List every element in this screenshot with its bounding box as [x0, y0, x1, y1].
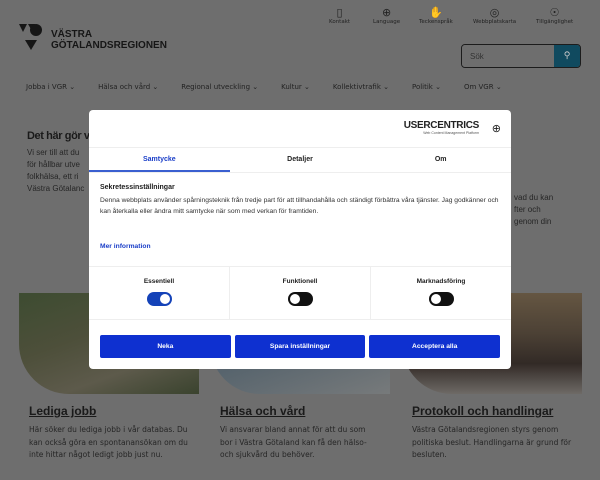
funktionell-switch[interactable]	[287, 292, 313, 306]
main-nav: Jobba i VGR ⌄ Hälsa och vård ⌄ Regional …	[26, 83, 525, 91]
card-title[interactable]: Hälsa och vård	[220, 404, 390, 418]
intro-line: folkhälsa, ett ri	[27, 172, 79, 181]
toggle-label: Funktionell	[282, 278, 318, 285]
util-label: Teckenspråk	[419, 19, 453, 25]
sign-language-icon: ✋	[429, 5, 443, 19]
logo-line1: VÄSTRA	[51, 29, 93, 40]
util-teckensprak[interactable]: ✋ Teckenspråk	[419, 5, 453, 26]
accept-all-button[interactable]: Acceptera alla	[369, 335, 501, 358]
toggle-label: Essentiell	[143, 278, 175, 285]
search-icon: ⚲	[563, 51, 571, 61]
brand-sub: Web Content Management Platform	[423, 131, 479, 135]
intro-section: Det här gör v Vi ser till att du för hål…	[27, 130, 90, 195]
util-kontakt[interactable]: ▯ Kontakt	[329, 5, 351, 26]
consent-title: Sekretessinställningar	[100, 184, 175, 191]
nav-item[interactable]: Politik ⌄	[412, 83, 441, 91]
language-globe-icon[interactable]: ⊕	[492, 122, 501, 135]
card-desc: Västra Götalandsregionen styrs genom pol…	[412, 425, 572, 459]
search-box: ⚲	[461, 44, 581, 68]
usercentrics-logo: USERCENTRICS Web Content Management Plat…	[403, 120, 480, 135]
intro-line: Västra Götalanc	[27, 184, 85, 193]
marknadsforing-switch[interactable]	[428, 292, 454, 306]
compass-icon: ◎	[489, 5, 500, 19]
search-button[interactable]: ⚲	[554, 45, 580, 67]
card-desc: Vi ansvarar bland annat för att du som b…	[220, 425, 367, 459]
globe-icon: ⊕	[381, 5, 392, 19]
nav-item[interactable]: Jobba i VGR ⌄	[26, 83, 75, 91]
intro-right-line: genom din	[514, 217, 552, 226]
essentiell-switch[interactable]	[146, 292, 172, 306]
tab-samtycke[interactable]: Samtycke	[89, 148, 230, 172]
consent-dialog: USERCENTRICS Web Content Management Plat…	[89, 110, 511, 369]
intro-right-line: vad du kan	[514, 193, 554, 202]
toggle-essentiell: Essentiell	[89, 267, 230, 319]
search-input[interactable]	[462, 45, 554, 67]
card-title[interactable]: Protokoll och handlingar	[412, 404, 582, 418]
tab-om[interactable]: Om	[370, 148, 511, 172]
util-webbplatskarta[interactable]: ◎ Webbplatskarta	[473, 5, 517, 26]
util-label: Kontakt	[329, 19, 351, 25]
nav-item[interactable]: Om VGR ⌄	[464, 83, 502, 91]
accessibility-icon: ☉	[549, 5, 560, 19]
deny-button[interactable]: Neka	[100, 335, 231, 358]
card-title[interactable]: Lediga jobb	[29, 404, 199, 418]
intro-right-line: fter och	[514, 205, 541, 214]
vgr-logo-icon	[19, 24, 42, 50]
consent-tabs: Samtycke Detaljer Om	[89, 148, 511, 173]
tab-detaljer[interactable]: Detaljer	[230, 148, 371, 172]
intro-title: Det här gör v	[27, 130, 90, 142]
card-desc: Här söker du lediga jobb i vår databas. …	[29, 425, 188, 459]
save-settings-button[interactable]: Spara inställningar	[234, 335, 366, 358]
nav-item[interactable]: Kultur ⌄	[281, 83, 310, 91]
toggle-funktionell: Funktionell	[230, 267, 371, 319]
more-info-link[interactable]: Mer information	[100, 243, 500, 250]
util-label: Webbplatskarta	[473, 19, 517, 25]
util-label: Language	[373, 19, 401, 25]
intro-right: vad du kan fter och genom din	[514, 192, 553, 228]
toggle-label: Marknadsföring	[416, 278, 466, 285]
logo-line2: GÖTALANDSREGIONEN	[51, 40, 167, 51]
intro-line: för hållbar utve	[27, 160, 80, 169]
nav-item[interactable]: Regional utveckling ⌄	[181, 83, 258, 91]
intro-line: Vi ser till att du	[27, 148, 80, 157]
util-label: Tillgänglighet	[536, 19, 574, 25]
toggle-marknadsforing: Marknadsföring	[371, 267, 511, 319]
logo[interactable]: VÄSTRA GÖTALANDSREGIONEN	[19, 22, 167, 52]
phone-icon: ▯	[336, 5, 343, 19]
nav-item[interactable]: Kollektivtrafik ⌄	[333, 83, 389, 91]
brand: USERCENTRICS	[403, 120, 480, 131]
util-language[interactable]: ⊕ Language	[373, 5, 401, 26]
nav-item[interactable]: Hälsa och vård ⌄	[98, 83, 158, 91]
consent-text: Denna webbplats använder spårningsteknik…	[100, 197, 499, 215]
util-tillganglighet[interactable]: ☉ Tillgänglighet	[536, 5, 574, 26]
